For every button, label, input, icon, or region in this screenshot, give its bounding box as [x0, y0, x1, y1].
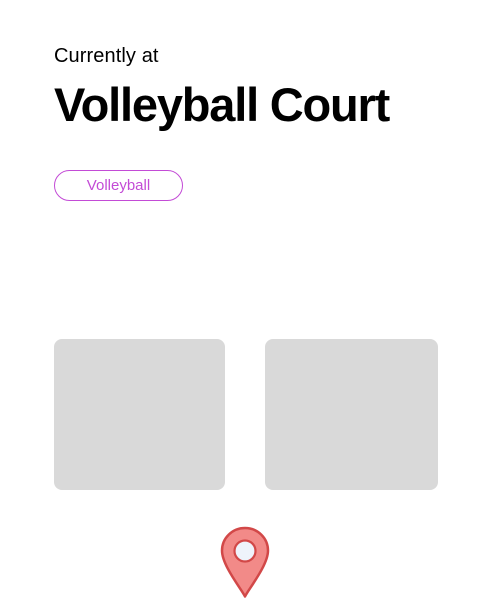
page-title: Volleyball Court	[54, 78, 390, 131]
image-card-left[interactable]	[54, 339, 225, 490]
location-subtitle: Currently at	[54, 45, 159, 67]
map-pin-icon	[220, 526, 270, 598]
map-pin-button[interactable]	[219, 526, 271, 599]
tag-volleyball[interactable]: Volleyball	[54, 170, 183, 201]
image-card-right[interactable]	[265, 339, 438, 490]
